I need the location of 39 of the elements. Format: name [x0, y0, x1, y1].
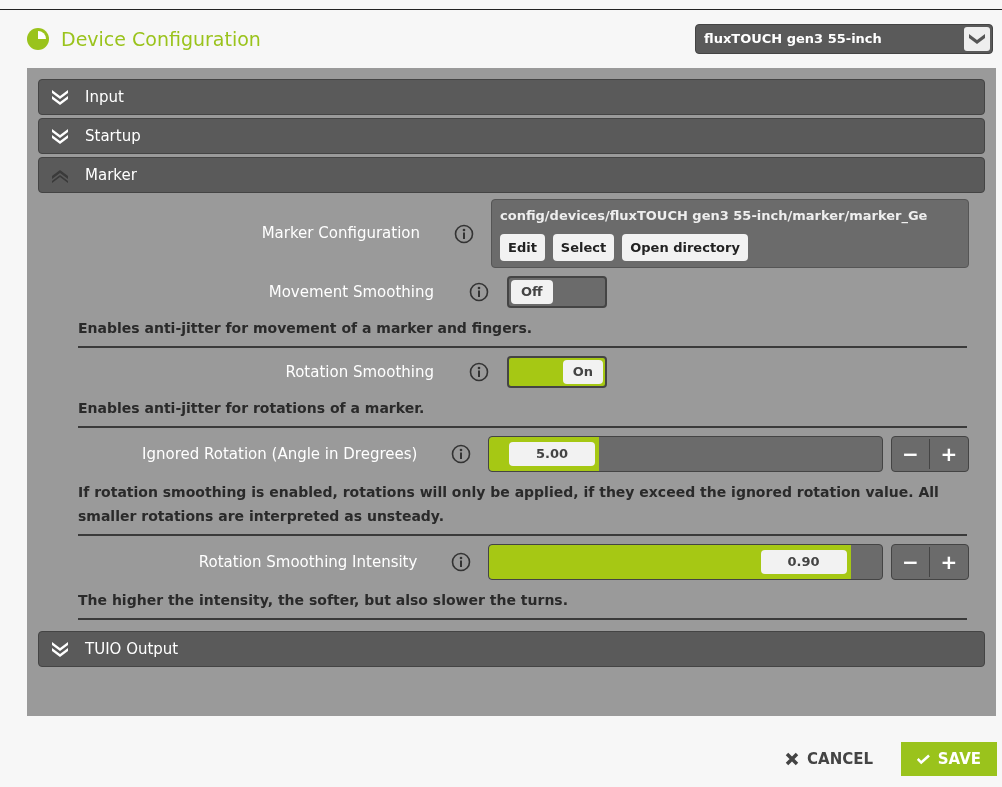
check-icon	[917, 752, 930, 766]
info-icon[interactable]	[450, 444, 471, 464]
increment-button[interactable]: +	[930, 439, 968, 469]
decrement-button[interactable]: −	[892, 439, 930, 469]
setting-label: Marker Configuration	[260, 223, 421, 245]
info-icon[interactable]	[453, 223, 474, 244]
file-path: config/devices/fluxTOUCH gen3 55-inch/marker/marker_Ge	[500, 207, 929, 226]
setting-description: The higher the intensity, the softer, but also slower the turns.	[78, 591, 569, 610]
decrement-button[interactable]: −	[892, 547, 930, 577]
setting-label: Ignored Rotation (Angle in Dregrees)	[141, 443, 419, 465]
section-header[interactable]: Input	[38, 79, 985, 115]
section-header[interactable]: Startup	[38, 118, 985, 154]
toggle-switch[interactable]: On	[507, 356, 607, 388]
increment-button[interactable]: +	[930, 547, 968, 577]
device-select[interactable]: fluxTOUCH gen3 55-inch	[695, 24, 993, 54]
page-title: Device Configuration	[61, 26, 261, 52]
section-header[interactable]: TUIO Output	[38, 631, 985, 667]
dropdown-icon	[964, 27, 990, 51]
setting-label: Rotation Smoothing	[284, 361, 435, 383]
setting-label: Rotation Smoothing Intensity	[197, 551, 419, 573]
pie-icon	[27, 28, 49, 50]
toggle-state: On	[562, 360, 603, 384]
setting-description: Enables anti-jitter for rotations of a marker.	[78, 399, 426, 418]
setting-description: Enables anti-jitter for movement of a marker and fingers.	[78, 319, 534, 338]
close-icon	[785, 752, 799, 766]
file-button[interactable]: Edit	[500, 233, 545, 261]
info-icon[interactable]	[450, 552, 471, 572]
file-button[interactable]: Open directory	[622, 233, 748, 261]
slider-handle[interactable]: 5.00	[509, 442, 596, 466]
cancel-button[interactable]: CANCEL	[785, 747, 873, 771]
toggle-state: Off	[511, 280, 553, 304]
setting-description: If rotation smoothing is enabled, rotations will only be applied, if they exceed the ignored rotation value. All smaller rotations are interpreted as unsteady.	[78, 483, 940, 526]
file-button[interactable]: Select	[552, 233, 615, 261]
info-icon[interactable]	[468, 282, 489, 302]
info-icon[interactable]	[468, 362, 489, 382]
section-header[interactable]: Marker	[38, 157, 985, 193]
slider-handle[interactable]: 0.90	[760, 550, 847, 574]
setting-label: Movement Smoothing	[267, 281, 435, 303]
toggle-switch[interactable]: Off	[507, 276, 607, 308]
